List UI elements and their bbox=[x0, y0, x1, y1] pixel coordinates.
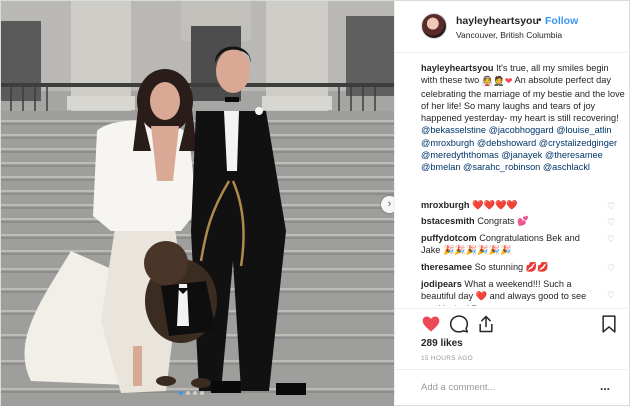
comment-text: ❤️❤️❤️❤️ bbox=[472, 200, 518, 210]
wedding-photo-illustration bbox=[1, 1, 394, 406]
mention[interactable]: @louise_atlin bbox=[556, 125, 611, 135]
mention[interactable]: @jacobhoggard bbox=[489, 125, 554, 135]
avatar[interactable] bbox=[421, 13, 447, 39]
comment-text: So stunning 💋💋 bbox=[474, 262, 549, 272]
header-separator: • bbox=[538, 15, 542, 26]
add-comment-input[interactable]: Add a comment... bbox=[421, 382, 495, 393]
small-heart-icon[interactable]: ♡ bbox=[607, 235, 616, 244]
comment: mroxburgh ❤️❤️❤️❤️ bbox=[421, 199, 601, 211]
header-username[interactable]: hayleyheartsyou bbox=[456, 15, 539, 27]
comment-icon[interactable] bbox=[449, 314, 469, 334]
follow-button[interactable]: Follow bbox=[545, 15, 578, 27]
post-header: hayleyheartsyou • Follow Vancouver, Brit… bbox=[395, 1, 630, 53]
instagram-post: › hayleyheartsyou • Follow Vancouver, Br… bbox=[0, 0, 630, 406]
action-bar bbox=[421, 314, 621, 336]
carousel-dot bbox=[179, 391, 183, 395]
bride-emoji-icon: 👰 bbox=[481, 76, 494, 87]
caption-username[interactable]: hayleyheartsyou bbox=[421, 63, 494, 73]
post-photo[interactable]: › bbox=[1, 1, 394, 406]
small-heart-icon[interactable]: ♡ bbox=[607, 218, 616, 227]
heart-icon[interactable] bbox=[421, 314, 441, 334]
groom-emoji-icon: 🤵 bbox=[493, 76, 505, 87]
small-heart-icon[interactable]: ♡ bbox=[607, 291, 616, 300]
carousel-dot bbox=[193, 391, 197, 395]
comment-username[interactable]: theresamee bbox=[421, 262, 472, 272]
next-photo-button[interactable]: › bbox=[381, 196, 394, 213]
comment-username[interactable]: puffydotcom bbox=[421, 233, 477, 243]
mention[interactable]: @crystalizedginger bbox=[539, 138, 617, 148]
caption: hayleyheartsyou It's true, all my smiles… bbox=[421, 62, 626, 174]
post-side-panel: hayleyheartsyou • Follow Vancouver, Brit… bbox=[394, 1, 630, 406]
red-heart-emoji-icon: ❤ bbox=[504, 76, 513, 87]
divider bbox=[395, 369, 630, 370]
small-heart-icon[interactable]: ♡ bbox=[607, 202, 616, 211]
likes-count[interactable]: 289 likes bbox=[421, 338, 463, 349]
carousel-dots bbox=[179, 391, 204, 395]
mention[interactable]: @meredyththomas bbox=[421, 150, 499, 160]
divider bbox=[395, 308, 630, 309]
more-options-button[interactable]: ... bbox=[600, 379, 610, 393]
chevron-right-icon: › bbox=[387, 198, 392, 210]
comment-username[interactable]: jodipears bbox=[421, 279, 462, 289]
share-icon[interactable] bbox=[476, 314, 496, 334]
comment: puffydotcom Congratulations Bek and Jake… bbox=[421, 232, 601, 257]
mention[interactable]: @bmelan bbox=[421, 162, 460, 172]
carousel-dot bbox=[200, 391, 204, 395]
mention[interactable]: @aschlackl bbox=[543, 162, 590, 172]
carousel-dot bbox=[186, 391, 190, 395]
mention[interactable]: @janayek bbox=[501, 150, 542, 160]
location-link[interactable]: Vancouver, British Columbia bbox=[456, 30, 562, 40]
mention[interactable]: @debshoward bbox=[477, 138, 536, 148]
mention[interactable]: @sarahc_robinson bbox=[463, 162, 540, 172]
comment-username[interactable]: bstacesmith bbox=[421, 216, 475, 226]
small-heart-icon[interactable]: ♡ bbox=[607, 264, 616, 273]
mention[interactable]: @mroxburgh bbox=[421, 138, 474, 148]
comment-username[interactable]: mroxburgh bbox=[421, 200, 470, 210]
mention[interactable]: @theresamee bbox=[545, 150, 603, 160]
comment: bstacesmith Congrats 💕 bbox=[421, 215, 601, 227]
comment: theresamee So stunning 💋💋 bbox=[421, 261, 601, 273]
post-timestamp[interactable]: 15 HOURS AGO bbox=[421, 355, 473, 362]
comment-text: Congrats 💕 bbox=[477, 216, 529, 226]
mention[interactable]: @bekasselstine bbox=[421, 125, 486, 135]
bookmark-icon[interactable] bbox=[599, 314, 619, 334]
comment: jodipears What a weekend!!! Such a beaut… bbox=[421, 278, 601, 306]
